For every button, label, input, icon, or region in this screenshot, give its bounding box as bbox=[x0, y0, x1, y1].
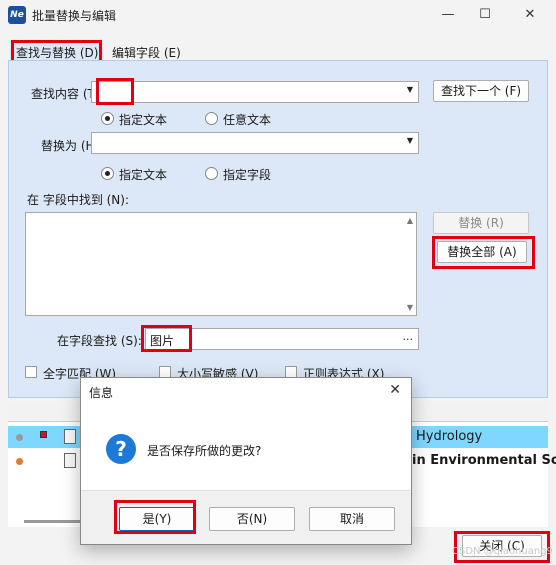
watermark-text: CSDN @qiaohuang9 bbox=[452, 546, 553, 557]
replace-button[interactable]: 替换 (R) bbox=[433, 212, 529, 234]
dialog-title-bar: 信息 ✕ bbox=[81, 378, 411, 404]
close-icon[interactable]: ✕ bbox=[389, 382, 401, 398]
scroll-down-icon[interactable]: ▼ bbox=[407, 303, 413, 312]
scroll-up-icon[interactable]: ▲ bbox=[407, 216, 413, 225]
replace-radio-specified-text-label: 指定文本 bbox=[119, 168, 168, 182]
field-search-label: 在字段查找 (S): bbox=[57, 334, 142, 348]
question-icon: ? bbox=[106, 434, 136, 464]
tab-edit-field[interactable]: 编辑字段 (E) bbox=[106, 40, 187, 62]
app-logo-icon: Ne bbox=[8, 6, 26, 24]
flag-icon bbox=[40, 431, 47, 438]
row-text: Hydrology bbox=[416, 429, 483, 444]
cancel-button[interactable]: 取消 bbox=[309, 507, 395, 531]
find-radio-specified-text[interactable] bbox=[101, 112, 114, 125]
title-bar: Ne 批量替换与编辑 — ☐ ✕ bbox=[0, 0, 556, 30]
window-title: 批量替换与编辑 bbox=[32, 9, 117, 23]
replace-radio-specified-field-label: 指定字段 bbox=[223, 168, 272, 182]
find-radio-any-text[interactable] bbox=[205, 112, 218, 125]
found-in-list[interactable]: ▲ ▼ bbox=[25, 212, 417, 316]
find-next-button[interactable]: 查找下一个 (F) bbox=[433, 80, 529, 102]
replace-radio-specified-field[interactable] bbox=[205, 167, 218, 180]
tab-find-replace[interactable]: 查找与替换 (D) bbox=[10, 40, 105, 62]
find-input[interactable]: : ▼ bbox=[91, 81, 419, 103]
chevron-down-icon[interactable]: ▼ bbox=[407, 136, 413, 145]
minimize-icon[interactable]: — bbox=[438, 5, 458, 25]
tab-bar: 查找与替换 (D) 编辑字段 (E) bbox=[6, 40, 550, 62]
close-window-icon[interactable]: ✕ bbox=[520, 5, 540, 25]
save-confirm-dialog: 信息 ✕ ? 是否保存所做的更改? 是(Y) 否(N) 取消 bbox=[80, 377, 412, 545]
find-radio-specified-text-label: 指定文本 bbox=[119, 113, 168, 127]
document-icon bbox=[64, 453, 76, 468]
find-input-value: : bbox=[96, 85, 101, 99]
found-in-label: 在 字段中找到 (N): bbox=[27, 193, 130, 207]
document-icon bbox=[64, 429, 76, 444]
replace-all-button[interactable]: 替换全部 (A) bbox=[437, 241, 527, 263]
dialog-title: 信息 bbox=[89, 386, 114, 400]
find-replace-panel: 查找内容 (T): : ▼ 查找下一个 (F) 指定文本 任意文本 替换为 (H… bbox=[8, 60, 548, 398]
replace-radio-specified-text[interactable] bbox=[101, 167, 114, 180]
no-button[interactable]: 否(N) bbox=[209, 507, 295, 531]
yes-button[interactable]: 是(Y) bbox=[119, 507, 195, 531]
dialog-message: 是否保存所做的更改? bbox=[147, 444, 262, 458]
find-radio-any-text-label: 任意文本 bbox=[223, 113, 272, 127]
status-dot-icon bbox=[16, 458, 23, 465]
browse-icon[interactable]: ... bbox=[403, 330, 414, 343]
field-search-value: 图片 bbox=[150, 334, 175, 348]
chevron-down-icon[interactable]: ▼ bbox=[407, 85, 413, 94]
whole-word-checkbox[interactable] bbox=[25, 366, 37, 378]
field-search-input[interactable]: 图片 ... bbox=[145, 328, 419, 350]
dialog-footer: 是(Y) 否(N) 取消 bbox=[81, 490, 411, 544]
replace-input[interactable]: ▼ bbox=[91, 132, 419, 154]
row-text: in Environmental Sc bbox=[412, 453, 556, 468]
status-dot-icon bbox=[16, 434, 23, 441]
maximize-icon[interactable]: ☐ bbox=[475, 5, 495, 25]
